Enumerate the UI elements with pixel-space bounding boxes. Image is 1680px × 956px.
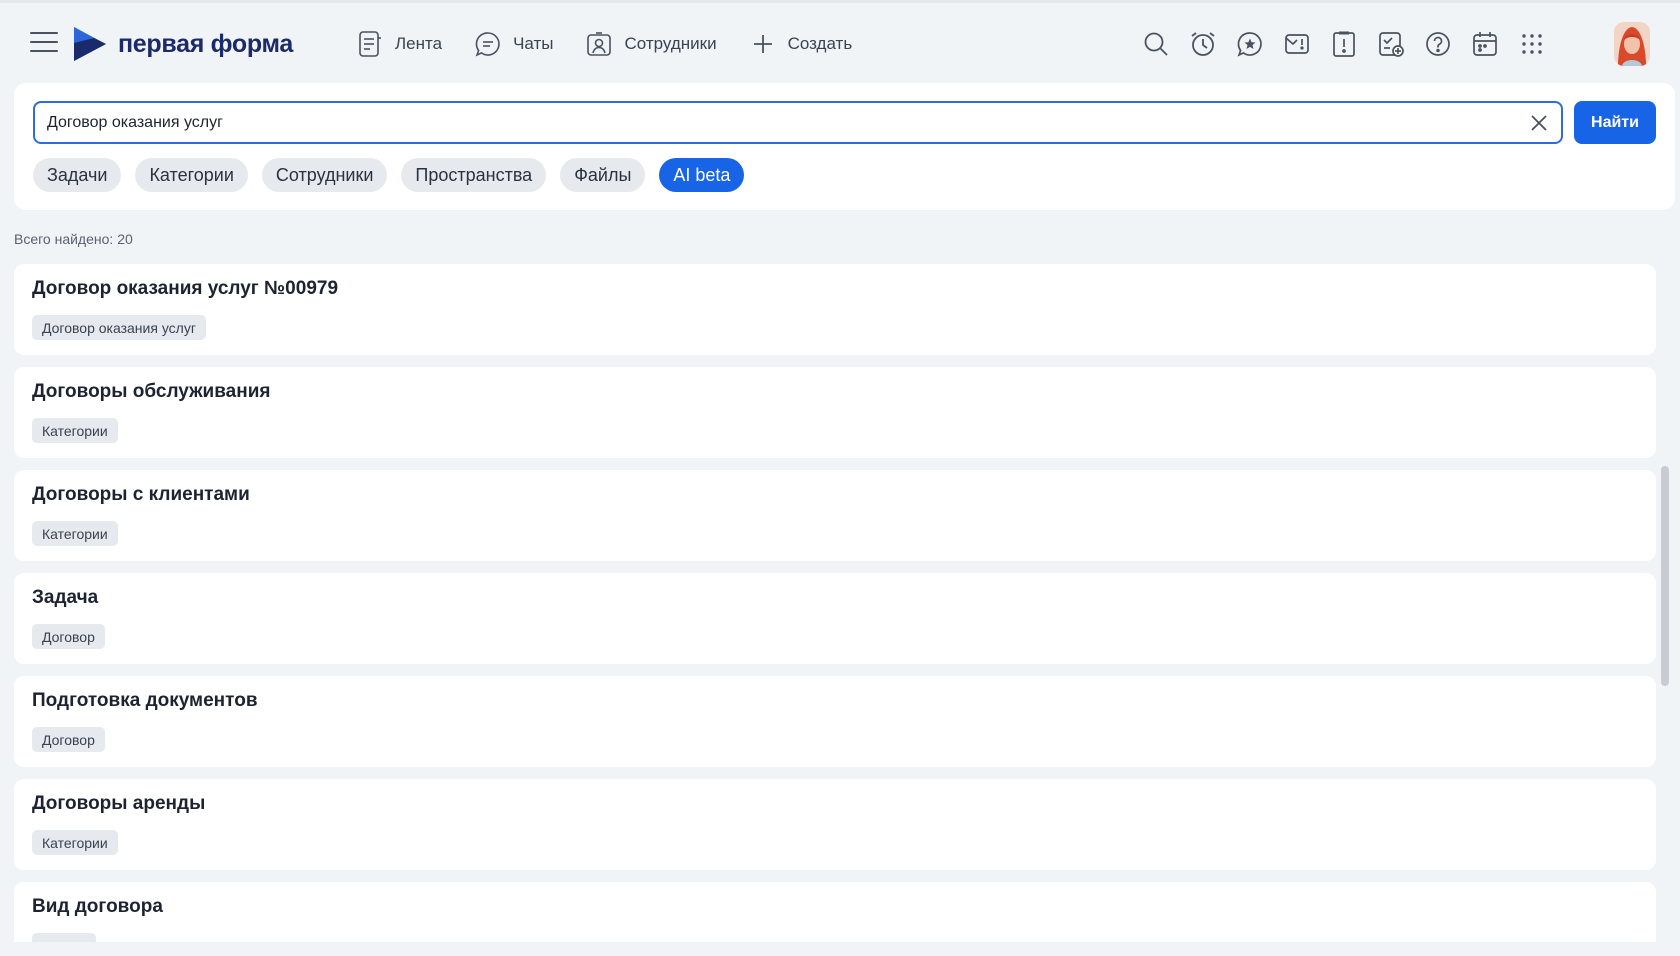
user-avatar-image — [1614, 22, 1650, 66]
alarm-clock-icon[interactable] — [1189, 30, 1217, 58]
feed-icon — [359, 31, 381, 57]
employees-icon — [587, 32, 612, 56]
main-nav: Лента Чаты Сотрудники Создать — [356, 30, 884, 58]
filter-tasks[interactable]: Задачи — [33, 158, 122, 192]
avatar[interactable] — [1614, 22, 1650, 66]
apps-grid-icon[interactable] — [1518, 30, 1546, 58]
menu-hamburger-icon[interactable] — [30, 32, 58, 56]
results-list: Договор оказания услуг №00979 Договор ок… — [14, 264, 1656, 942]
filter-spaces[interactable]: Пространства — [401, 158, 547, 192]
help-icon[interactable] — [1424, 30, 1452, 58]
nav-item-feed[interactable]: Лента — [356, 30, 442, 58]
favorites-star-icon[interactable] — [1236, 30, 1264, 58]
mail-icon[interactable] — [1283, 30, 1311, 58]
approval-icon[interactable] — [1377, 30, 1405, 58]
search-filters: Задачи Категории Сотрудники Пространства… — [33, 158, 758, 192]
result-title: Договоры с клиентами — [32, 484, 250, 505]
brand-name: первая форма — [118, 29, 293, 58]
nav-item-employees[interactable]: Сотрудники — [585, 30, 717, 58]
result-title: Договоры аренды — [32, 793, 206, 814]
filter-employees[interactable]: Сотрудники — [261, 158, 388, 192]
scrollbar-thumb[interactable] — [1661, 466, 1669, 686]
nav-item-create[interactable]: Создать — [749, 30, 853, 58]
result-tag: Категории — [32, 521, 118, 546]
result-tag — [32, 933, 96, 942]
result-tag: Категории — [32, 418, 118, 443]
chat-icon — [475, 32, 500, 57]
app-header: первая форма Лента Чаты Сотрудники Созда… — [0, 3, 1680, 83]
result-title: Подготовка документов — [32, 690, 258, 711]
list-item[interactable]: Вид договора — [14, 882, 1656, 942]
list-item[interactable]: Задача Договор — [14, 573, 1656, 664]
list-item[interactable]: Договоры аренды Категории — [14, 779, 1656, 870]
filter-ai-beta[interactable]: AI beta — [659, 158, 745, 192]
nav-item-label: Чаты — [513, 34, 554, 53]
result-title: Задача — [32, 587, 99, 608]
search-panel: Найти Задачи Категории Сотрудники Простр… — [14, 83, 1675, 210]
list-item[interactable]: Договор оказания услуг №00979 Договор ок… — [14, 264, 1656, 355]
result-tag: Договор оказания услуг — [32, 315, 206, 340]
calendar-icon[interactable] — [1471, 30, 1499, 58]
find-button[interactable]: Найти — [1574, 101, 1656, 144]
result-tag: Договор — [32, 624, 105, 649]
result-title: Договор оказания услуг №00979 — [32, 278, 339, 299]
header-toolbar — [1123, 30, 1546, 58]
result-tag: Категории — [32, 830, 118, 855]
results-count: Всего найдено: 20 — [14, 231, 133, 247]
close-icon[interactable] — [1529, 113, 1549, 133]
result-title: Договоры обслуживания — [32, 381, 271, 402]
brand-logo[interactable]: первая форма — [72, 25, 293, 63]
list-item[interactable]: Договоры с клиентами Категории — [14, 470, 1656, 561]
list-item[interactable]: Договоры обслуживания Категории — [14, 367, 1656, 458]
filter-files[interactable]: Файлы — [560, 158, 646, 192]
result-title: Вид договора — [32, 896, 163, 917]
nav-item-chats[interactable]: Чаты — [474, 30, 553, 58]
important-icon[interactable] — [1330, 30, 1358, 58]
brand-logo-icon — [74, 27, 106, 61]
list-item[interactable]: Подготовка документов Договор — [14, 676, 1656, 767]
filter-categories[interactable]: Категории — [135, 158, 248, 192]
nav-item-label: Создать — [787, 34, 853, 53]
nav-item-label: Сотрудники — [624, 34, 717, 53]
search-icon[interactable] — [1142, 30, 1170, 58]
result-tag: Договор — [32, 727, 105, 752]
page-bottom-edge — [0, 942, 1680, 956]
search-input[interactable] — [47, 103, 1507, 142]
nav-item-label: Лента — [395, 34, 443, 53]
plus-icon — [753, 35, 772, 53]
search-box — [33, 101, 1563, 144]
